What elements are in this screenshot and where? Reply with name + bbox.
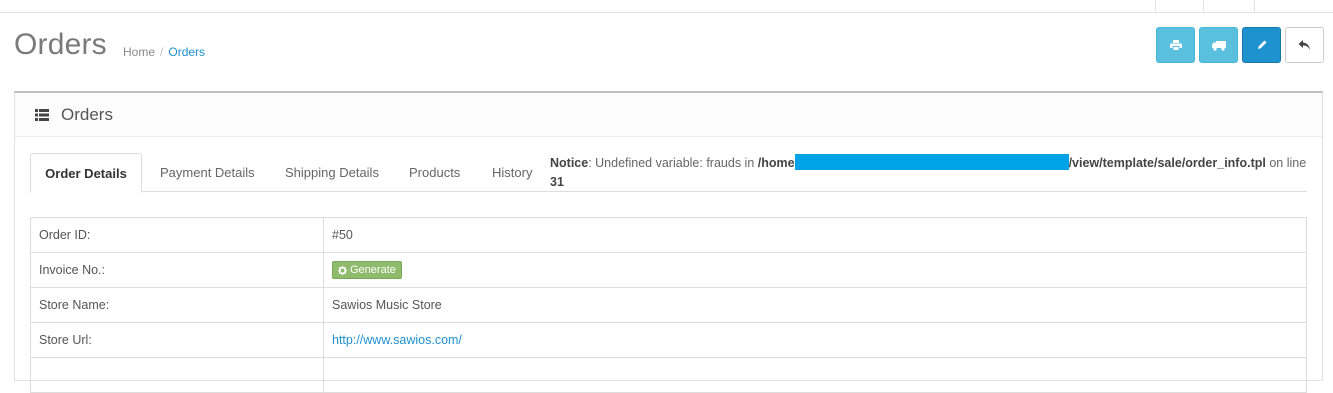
store-url-label: Store Url: — [30, 322, 324, 358]
notice-label: Notice — [550, 156, 589, 170]
generate-button-label: Generate — [350, 264, 396, 276]
tab-shipping-details[interactable]: Shipping Details — [285, 153, 379, 192]
notice-line-text: on line — [1265, 156, 1307, 170]
table-row: Store Name: Sawios Music Store — [30, 287, 1307, 323]
reply-icon — [1298, 40, 1310, 50]
tab-history[interactable]: History — [492, 153, 532, 192]
header-nav-button[interactable] — [1155, 0, 1203, 13]
order-details-table: Order ID: #50 Invoice No.: Generate Stor… — [30, 217, 1307, 393]
truck-icon — [1211, 40, 1226, 51]
breadcrumb-orders[interactable]: Orders — [168, 45, 205, 59]
pencil-icon — [1257, 40, 1266, 49]
order-id-label: Order ID: — [30, 217, 324, 253]
table-row: Store Url: http://www.sawios.com/ — [30, 322, 1307, 358]
invoice-no-cell: Generate — [323, 252, 1307, 288]
invoice-no-label: Invoice No.: — [30, 252, 324, 288]
panel-title: Orders — [61, 104, 113, 124]
php-notice-message: Notice: Undefined variable: frauds in /h… — [550, 154, 1310, 192]
notice-text: : Undefined variable: frauds in — [588, 156, 758, 170]
notice-line-number: 31 — [550, 175, 564, 189]
panel-heading: Orders — [15, 93, 1322, 137]
edit-order-button[interactable] — [1242, 27, 1281, 63]
orders-panel: Orders Order Details Payment Details Shi… — [14, 91, 1323, 393]
store-url-link[interactable]: http://www.sawios.com/ — [332, 333, 462, 347]
next-row-value — [323, 357, 1307, 393]
notice-path-start: /home — [757, 156, 795, 170]
notice-path-end: /view/template/sale/order_info.tpl — [1068, 156, 1266, 170]
redacted-path — [794, 154, 1069, 170]
tab-payment-details[interactable]: Payment Details — [160, 153, 255, 192]
next-row-label — [30, 357, 324, 393]
store-name-label: Store Name: — [30, 287, 324, 323]
breadcrumb: Home / Orders — [123, 45, 205, 59]
header-action-buttons — [1156, 27, 1324, 63]
table-row: Invoice No.: Generate — [30, 252, 1307, 288]
cancel-back-button[interactable] — [1285, 27, 1324, 63]
tab-products[interactable]: Products — [409, 153, 460, 192]
table-row: Order ID: #50 — [30, 217, 1307, 253]
print-invoice-button[interactable] — [1156, 27, 1195, 63]
page-title: Orders — [14, 28, 107, 61]
breadcrumb-home[interactable]: Home — [123, 45, 155, 59]
header-nav-button[interactable] — [1203, 0, 1254, 13]
store-name-value: Sawios Music Store — [323, 287, 1307, 323]
print-icon — [1169, 39, 1182, 51]
print-shipping-button[interactable] — [1199, 27, 1238, 63]
header-nav-button[interactable] — [1254, 0, 1333, 13]
order-id-value: #50 — [323, 217, 1307, 253]
list-icon — [35, 108, 49, 121]
top-header-bar — [0, 0, 1333, 13]
table-row — [30, 357, 1307, 393]
store-url-cell: http://www.sawios.com/ — [323, 322, 1307, 358]
cog-icon — [338, 265, 347, 275]
tab-order-details[interactable]: Order Details — [30, 153, 142, 193]
breadcrumb-separator: / — [160, 45, 164, 59]
generate-invoice-button[interactable]: Generate — [332, 261, 402, 279]
